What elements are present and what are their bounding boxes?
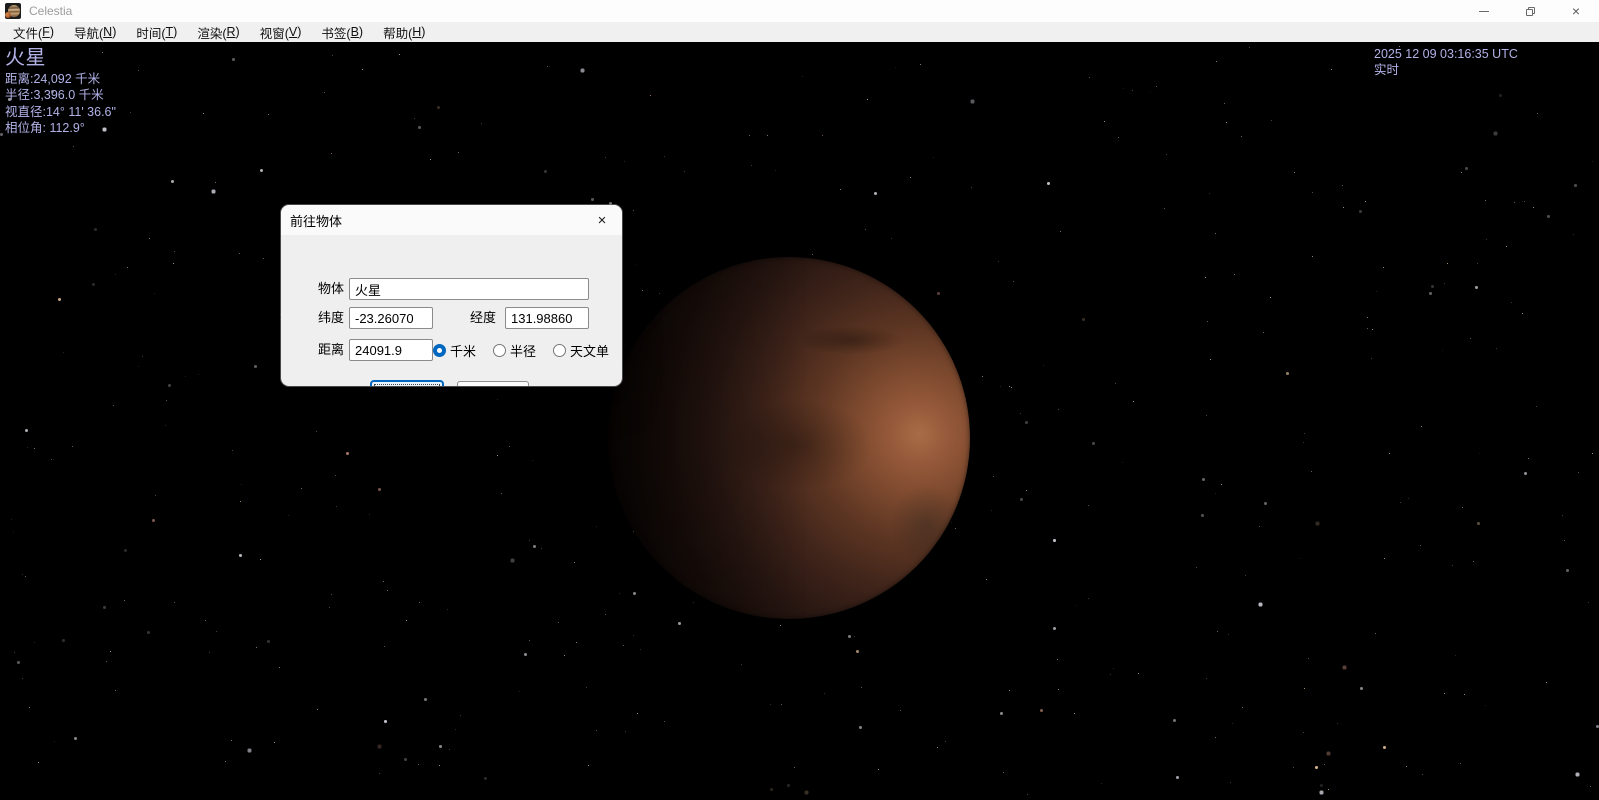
window-title: Celestia <box>29 4 72 18</box>
menu-file[interactable]: 文件(F) <box>3 22 64 42</box>
radio-icon <box>493 344 506 357</box>
radio-icon <box>553 344 566 357</box>
celestia-window: Celestia × 文件(F) 导航(N) 时间(T) 渲染(R) 视窗(V)… <box>0 0 1599 800</box>
dialog-close-button[interactable]: × <box>594 213 610 228</box>
menu-navigation[interactable]: 导航(N) <box>64 22 126 42</box>
time-overlay: 2025 12 09 03:16:35 UTC 实时 <box>1374 46 1518 78</box>
planet-mars[interactable] <box>608 257 970 619</box>
starfield <box>0 42 1 43</box>
go-button[interactable]: 前往 <box>371 381 443 386</box>
menu-bookmarks[interactable]: 书签(B) <box>311 22 373 42</box>
radio-icon <box>433 344 446 357</box>
restore-button[interactable] <box>1507 0 1553 22</box>
object-name: 火星 <box>5 47 116 70</box>
dialog-titlebar[interactable]: 前往物体 × <box>281 205 622 235</box>
menu-render[interactable]: 渲染(R) <box>187 22 249 42</box>
close-icon: × <box>1572 4 1580 18</box>
object-apparent-diameter: 视直径:14° 11' 36.6" <box>5 104 116 120</box>
minimize-icon <box>1479 11 1489 12</box>
unit-au-option[interactable]: 天文单 <box>553 341 609 360</box>
os-titlebar: Celestia × <box>0 0 1599 22</box>
celestia-app-icon <box>5 3 21 19</box>
menu-time[interactable]: 时间(T) <box>126 22 187 42</box>
unit-km-option[interactable]: 千米 <box>433 341 476 360</box>
minimize-button[interactable] <box>1461 0 1507 22</box>
moon-icon <box>5 12 11 18</box>
object-field-label: 物体 <box>318 278 344 300</box>
longitude-input[interactable] <box>505 307 589 329</box>
unit-radii-option[interactable]: 半径 <box>493 341 536 360</box>
object-info-overlay: 火星 距离:24,092 千米 半径:3,396.0 千米 视直径:14° 11… <box>5 47 116 136</box>
window-controls: × <box>1461 0 1599 22</box>
space-viewport[interactable]: 火星 距离:24,092 千米 半径:3,396.0 千米 视直径:14° 11… <box>0 42 1599 800</box>
latitude-input[interactable] <box>349 307 433 329</box>
restore-icon <box>1526 7 1535 16</box>
time-rate-label: 实时 <box>1374 62 1518 78</box>
object-phase-angle: 相位角: 112.9° <box>5 120 116 136</box>
distance-input[interactable] <box>349 339 433 361</box>
goto-object-dialog: 前往物体 × 物体 纬度 经度 距离 千米 <box>281 205 622 386</box>
distance-field-label: 距离 <box>318 339 344 361</box>
object-input[interactable] <box>349 278 589 300</box>
distance-unit-radios: 千米 半径 天文单 <box>433 339 609 361</box>
simulation-datetime: 2025 12 09 03:16:35 UTC <box>1374 46 1518 62</box>
menu-view[interactable]: 视窗(V) <box>250 22 312 42</box>
cancel-button[interactable]: 取消 <box>457 381 529 386</box>
menu-help[interactable]: 帮助(H) <box>373 22 435 42</box>
longitude-field-label: 经度 <box>470 307 496 329</box>
dialog-title: 前往物体 <box>290 211 342 230</box>
latitude-field-label: 纬度 <box>318 307 344 329</box>
close-button[interactable]: × <box>1553 0 1599 22</box>
object-distance: 距离:24,092 千米 <box>5 71 116 87</box>
dialog-body: 物体 纬度 经度 距离 千米 半径 <box>281 235 622 386</box>
menubar: 文件(F) 导航(N) 时间(T) 渲染(R) 视窗(V) 书签(B) 帮助(H… <box>0 22 1599 42</box>
object-radius: 半径:3,396.0 千米 <box>5 87 116 103</box>
